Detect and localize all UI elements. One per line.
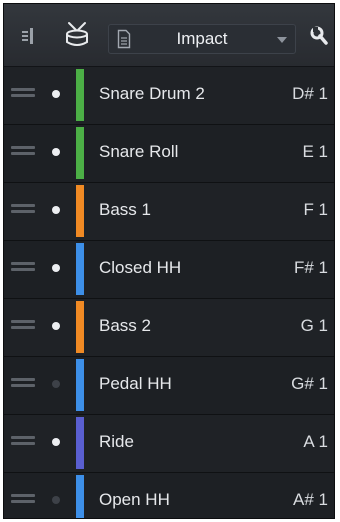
pad-note: G 1 xyxy=(300,316,328,335)
pad-color-strip xyxy=(76,69,84,121)
pad-active-indicator[interactable] xyxy=(52,438,60,446)
pad-note: A# 1 xyxy=(293,490,328,509)
pad-active-indicator[interactable] xyxy=(52,90,60,98)
pad-row[interactable]: Bass 2 G 1 xyxy=(4,299,334,357)
pad-row[interactable]: Bass 1 F 1 xyxy=(4,183,334,241)
pad-note: F 1 xyxy=(303,200,328,219)
toolbar: Impact xyxy=(4,4,334,67)
panel-expand-icon[interactable] xyxy=(18,26,36,46)
pad-color-strip xyxy=(76,359,84,411)
drag-handle-icon[interactable] xyxy=(11,378,35,390)
pad-name: Closed HH xyxy=(99,258,182,277)
pad-active-indicator[interactable] xyxy=(52,148,60,156)
preset-name: Impact xyxy=(176,29,228,48)
pad-color-strip xyxy=(76,301,84,353)
pad-list: Snare Drum 2 D# 1 Snare Roll E 1 Bass 1 F 1 Cl… xyxy=(4,67,334,518)
drag-handle-icon[interactable] xyxy=(11,262,35,274)
pad-active-indicator[interactable] xyxy=(52,322,60,330)
pad-note: E 1 xyxy=(302,142,328,161)
chevron-down-icon xyxy=(277,37,287,43)
pad-color-strip xyxy=(76,417,84,469)
pad-name: Bass 1 xyxy=(99,200,151,219)
drum-icon[interactable] xyxy=(62,21,92,49)
pad-note: F# 1 xyxy=(293,258,328,277)
drag-handle-icon[interactable] xyxy=(11,204,35,216)
pad-name: Pedal HH xyxy=(99,374,172,393)
drag-handle-icon[interactable] xyxy=(11,494,35,506)
pad-name: Open HH xyxy=(99,490,170,509)
pad-active-indicator[interactable] xyxy=(52,206,60,214)
pad-color-strip xyxy=(76,243,84,295)
impact-instrument-panel: Impact Snare Drum 2 D# 1 Snare Roll E 1 Bass… xyxy=(3,3,335,519)
pad-name: Ride xyxy=(99,432,134,451)
preset-selector[interactable]: Impact xyxy=(108,24,296,54)
pad-row[interactable]: Closed HH F# 1 xyxy=(4,241,334,299)
pad-note: A 1 xyxy=(303,432,328,451)
pad-color-strip xyxy=(76,475,84,518)
drag-handle-icon[interactable] xyxy=(11,88,35,100)
wrench-icon[interactable] xyxy=(309,26,329,48)
drag-handle-icon[interactable] xyxy=(11,320,35,332)
pad-row[interactable]: Ride A 1 xyxy=(4,415,334,473)
pad-row[interactable]: Snare Roll E 1 xyxy=(4,125,334,183)
pad-color-strip xyxy=(76,127,84,179)
pad-row[interactable]: Pedal HH G# 1 xyxy=(4,357,334,415)
pad-active-indicator[interactable] xyxy=(52,496,60,504)
pad-row[interactable]: Snare Drum 2 D# 1 xyxy=(4,67,334,125)
pad-note: D# 1 xyxy=(292,84,328,103)
pad-color-strip xyxy=(76,185,84,237)
pad-active-indicator[interactable] xyxy=(52,380,60,388)
pad-name: Bass 2 xyxy=(99,316,151,335)
pad-row[interactable]: Open HH A# 1 xyxy=(4,473,334,518)
pad-note: G# 1 xyxy=(291,374,328,393)
drag-handle-icon[interactable] xyxy=(11,146,35,158)
pad-name: Snare Roll xyxy=(99,142,179,161)
pad-active-indicator[interactable] xyxy=(52,264,60,272)
drag-handle-icon[interactable] xyxy=(11,436,35,448)
pad-name: Snare Drum 2 xyxy=(99,84,205,103)
